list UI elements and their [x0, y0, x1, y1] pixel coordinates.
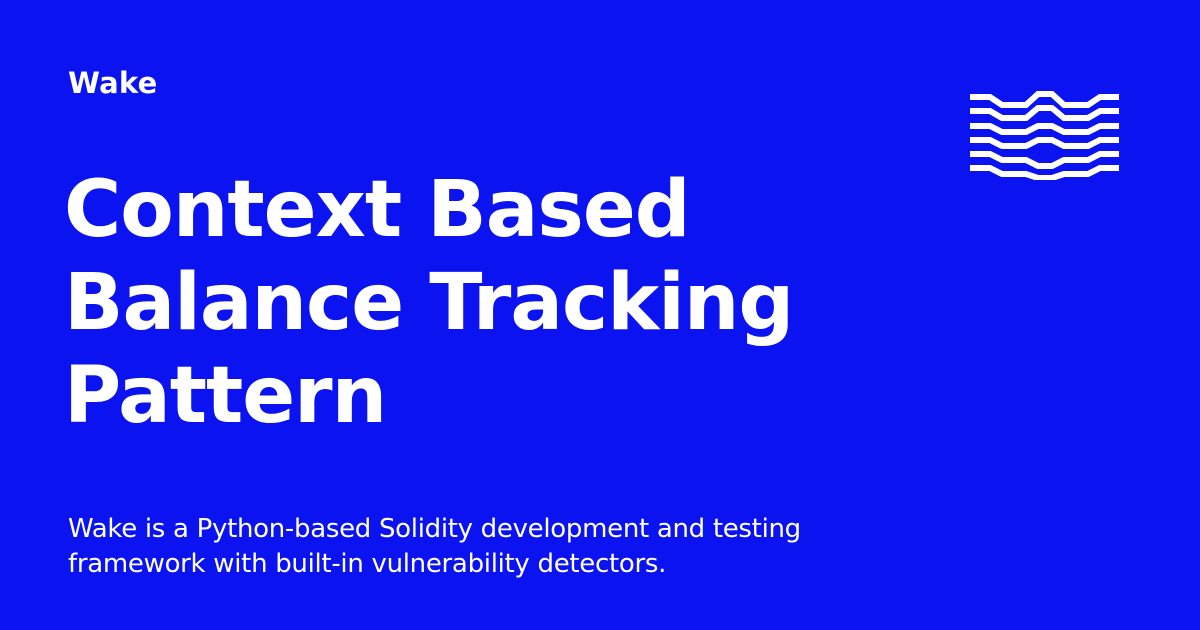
description-line: framework with built-in vulnerability de…	[68, 549, 667, 579]
title-line: Pattern	[64, 351, 387, 441]
title-line: Context Based	[64, 165, 691, 255]
description-line: Wake is a Python-based Solidity developm…	[68, 514, 801, 544]
title-line: Balance Tracking	[64, 258, 794, 348]
page-title: Context Based Balance Tracking Pattern	[64, 164, 964, 443]
description: Wake is a Python-based Solidity developm…	[68, 512, 888, 582]
wave-stripes-logo-icon	[970, 91, 1119, 180]
social-card: { "brand": "Wake", "title_lines": [ "Con…	[0, 0, 1200, 630]
brand-name: Wake	[68, 66, 158, 100]
